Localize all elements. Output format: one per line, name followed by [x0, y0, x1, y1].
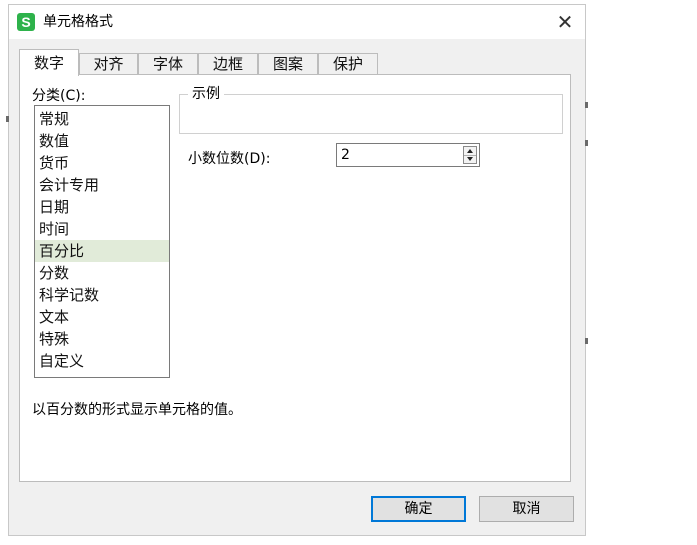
category-label: 分类(C): — [32, 88, 86, 104]
sample-group: 示例 — [179, 85, 563, 134]
decimal-places-label: 小数位数(D): — [188, 151, 271, 167]
tab-protection[interactable]: 保护 — [318, 53, 378, 75]
app-icon: S — [17, 13, 35, 31]
category-item-currency[interactable]: 货币 — [35, 152, 169, 174]
format-cells-dialog: S 单元格格式 ✕ 数字 对齐 字体 边框 图案 保护 分类(C): 常规 数值… — [8, 4, 586, 536]
category-item-scientific[interactable]: 科学记数 — [35, 284, 169, 306]
cancel-button[interactable]: 取消 — [479, 496, 574, 522]
spinner-arrows-icon — [463, 146, 477, 164]
background-edge-mark — [585, 140, 588, 146]
tab-border[interactable]: 边框 — [198, 53, 258, 75]
decimal-places-input[interactable] — [337, 144, 459, 166]
category-item-custom[interactable]: 自定义 — [35, 350, 169, 372]
format-description: 以百分数的形式显示单元格的值。 — [32, 402, 242, 418]
background-edge-mark — [585, 102, 588, 108]
tab-alignment[interactable]: 对齐 — [79, 53, 138, 75]
category-item-number[interactable]: 数值 — [35, 130, 169, 152]
dialog-title: 单元格格式 — [43, 14, 113, 30]
background-edge-mark — [585, 338, 588, 344]
ok-button[interactable]: 确定 — [371, 496, 466, 522]
category-list[interactable]: 常规 数值 货币 会计专用 日期 时间 百分比 分数 科学记数 文本 特殊 自定… — [34, 105, 170, 378]
number-tab-panel: 分类(C): 常规 数值 货币 会计专用 日期 时间 百分比 分数 科学记数 文… — [19, 74, 571, 482]
category-item-fraction[interactable]: 分数 — [35, 262, 169, 284]
category-item-time[interactable]: 时间 — [35, 218, 169, 240]
tab-number[interactable]: 数字 — [19, 49, 79, 76]
decimal-places-stepper[interactable] — [336, 143, 480, 167]
category-item-general[interactable]: 常规 — [35, 108, 169, 130]
category-item-special[interactable]: 特殊 — [35, 328, 169, 350]
tab-pattern[interactable]: 图案 — [258, 53, 318, 75]
category-item-accounting[interactable]: 会计专用 — [35, 174, 169, 196]
tab-font[interactable]: 字体 — [138, 53, 198, 75]
category-item-text[interactable]: 文本 — [35, 306, 169, 328]
category-item-date[interactable]: 日期 — [35, 196, 169, 218]
background-edge-mark — [6, 116, 9, 122]
title-bar[interactable]: S 单元格格式 ✕ — [9, 5, 585, 39]
sample-legend: 示例 — [188, 85, 224, 103]
close-icon[interactable]: ✕ — [551, 8, 579, 36]
category-item-percentage[interactable]: 百分比 — [35, 240, 169, 262]
spin-down-button[interactable] — [464, 155, 476, 163]
